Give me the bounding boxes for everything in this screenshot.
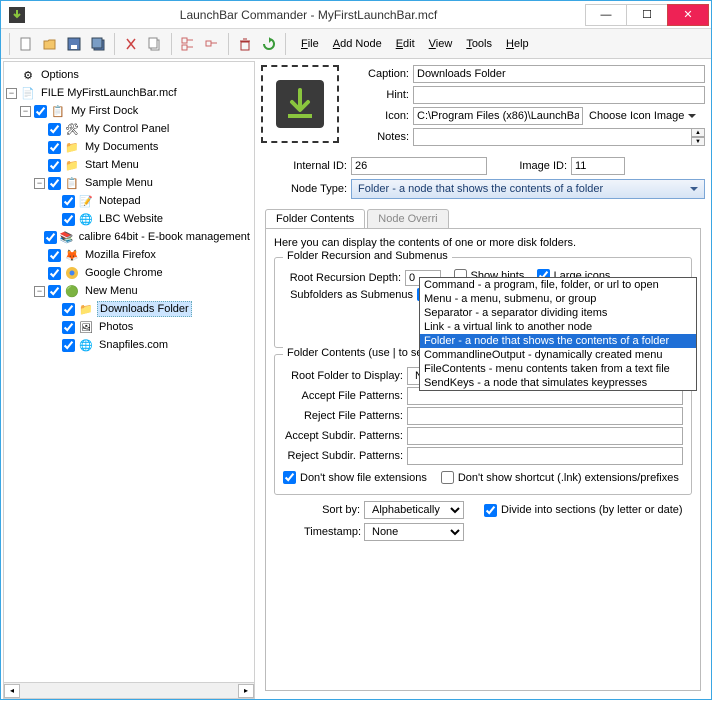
menu-help[interactable]: Help xyxy=(499,34,536,54)
divide-sections-check[interactable] xyxy=(484,504,497,517)
node-type-select[interactable]: Folder - a node that shows the contents … xyxy=(351,179,705,199)
reject-file-input[interactable] xyxy=(407,407,683,425)
dont-show-ext-check[interactable] xyxy=(283,471,296,484)
menu-file[interactable]: File xyxy=(294,34,326,54)
dropdown-option[interactable]: Command - a program, file, folder, or ur… xyxy=(420,278,696,292)
recursion-depth-label: Root Recursion Depth: xyxy=(283,272,401,284)
tree-sample-menu[interactable]: −📋Sample Menu xyxy=(6,174,252,192)
minimize-button[interactable]: — xyxy=(585,4,627,26)
dropdown-option[interactable]: Separator - a separator dividing items xyxy=(420,306,696,320)
notes-spinner[interactable]: ▲▼ xyxy=(691,128,705,146)
new-file-icon[interactable] xyxy=(15,33,37,55)
dont-show-lnk-check[interactable] xyxy=(441,471,454,484)
titlebar: LaunchBar Commander - MyFirstLaunchBar.m… xyxy=(1,1,711,29)
tab-node-overrides[interactable]: Node Overri xyxy=(367,209,448,228)
tree-scrollbar[interactable]: ◂ ▸ xyxy=(4,682,254,698)
menubar: File Add Node Edit View Tools Help xyxy=(290,34,540,54)
copy-icon[interactable] xyxy=(144,33,166,55)
image-id-input[interactable] xyxy=(571,157,625,175)
app-icon xyxy=(9,7,25,23)
tree-expand-icon[interactable] xyxy=(177,33,199,55)
tree-item[interactable]: 🖼Photos xyxy=(6,318,252,336)
hint-label: Hint: xyxy=(347,89,409,101)
dropdown-option[interactable]: Link - a virtual link to another node xyxy=(420,320,696,334)
node-type-label: Node Type: xyxy=(277,183,347,195)
sort-by-label: Sort by: xyxy=(304,504,360,516)
notes-label: Notes: xyxy=(347,131,409,143)
tab-folder-contents[interactable]: Folder Contents xyxy=(265,209,365,228)
dropdown-option-selected[interactable]: Folder - a node that shows the contents … xyxy=(420,334,696,348)
scroll-right-icon[interactable]: ▸ xyxy=(238,684,254,698)
timestamp-label: Timestamp: xyxy=(304,526,360,538)
tree-item[interactable]: 📝Notepad xyxy=(6,192,252,210)
tree-item[interactable]: 📁My Documents xyxy=(6,138,252,156)
menu-view[interactable]: View xyxy=(422,34,460,54)
tree-downloads-folder[interactable]: 📁Downloads Folder xyxy=(6,300,252,318)
menu-tools[interactable]: Tools xyxy=(459,34,499,54)
delete-icon[interactable] xyxy=(234,33,256,55)
reject-file-label: Reject File Patterns: xyxy=(283,410,403,422)
menu-add-node[interactable]: Add Node xyxy=(326,34,389,54)
tree-item[interactable]: 🦊Mozilla Firefox xyxy=(6,246,252,264)
dropdown-option[interactable]: CommandlineOutput - dynamically created … xyxy=(420,348,696,362)
dropdown-option[interactable]: Menu - a menu, submenu, or group xyxy=(420,292,696,306)
save-all-icon[interactable] xyxy=(87,33,109,55)
reject-subdir-input[interactable] xyxy=(407,447,683,465)
notes-input[interactable] xyxy=(413,128,692,146)
scroll-left-icon[interactable]: ◂ xyxy=(4,684,20,698)
tree-file-root[interactable]: −📄FILE MyFirstLaunchBar.mcf xyxy=(6,84,252,102)
refresh-icon[interactable] xyxy=(258,33,280,55)
internal-id-input[interactable] xyxy=(351,157,487,175)
choose-icon-button[interactable]: Choose Icon Image xyxy=(583,107,702,125)
tree-item[interactable]: 📁Start Menu xyxy=(6,156,252,174)
icon-path-input[interactable] xyxy=(413,107,583,125)
window-title: LaunchBar Commander - MyFirstLaunchBar.m… xyxy=(31,8,586,22)
dropdown-option[interactable]: SendKeys - a node that simulates keypres… xyxy=(420,376,696,390)
caption-label: Caption: xyxy=(347,68,409,80)
node-type-dropdown: Command - a program, file, folder, or ur… xyxy=(419,277,697,391)
timestamp-select[interactable]: None xyxy=(364,523,464,541)
cut-icon[interactable] xyxy=(120,33,142,55)
menu-edit[interactable]: Edit xyxy=(389,34,422,54)
tree-new-menu[interactable]: −🟢New Menu xyxy=(6,282,252,300)
tree-collapse-icon[interactable] xyxy=(201,33,223,55)
tree-panel: ⚙Options −📄FILE MyFirstLaunchBar.mcf −📋M… xyxy=(3,61,255,699)
toolbar: File Add Node Edit View Tools Help xyxy=(1,29,711,59)
caption-input[interactable] xyxy=(413,65,705,83)
tree-item[interactable]: Google Chrome xyxy=(6,264,252,282)
internal-id-label: Internal ID: xyxy=(277,160,347,172)
node-icon-preview xyxy=(261,65,339,143)
dropdown-option[interactable]: FileContents - menu contents taken from … xyxy=(420,362,696,376)
sort-by-select[interactable]: Alphabetically xyxy=(364,501,464,519)
subfolders-submenus-label: Subfolders as Submenus xyxy=(283,289,413,301)
image-id-label: Image ID: xyxy=(497,160,567,172)
accept-subdir-input[interactable] xyxy=(407,427,683,445)
reject-subdir-label: Reject Subdir. Patterns: xyxy=(283,450,403,462)
tree-item[interactable]: 🌐LBC Website xyxy=(6,210,252,228)
tree-dock[interactable]: −📋My First Dock xyxy=(6,102,252,120)
open-folder-icon[interactable] xyxy=(39,33,61,55)
icon-label: Icon: xyxy=(347,110,409,122)
tree-item[interactable]: 🌐Snapfiles.com xyxy=(6,336,252,354)
maximize-button[interactable]: ☐ xyxy=(626,4,668,26)
accept-subdir-label: Accept Subdir. Patterns: xyxy=(283,430,403,442)
recursion-legend: Folder Recursion and Submenus xyxy=(283,250,452,262)
help-text: Here you can display the contents of one… xyxy=(274,237,692,249)
save-icon[interactable] xyxy=(63,33,85,55)
details-panel: Caption: Hint: Icon: Choose Icon Image N… xyxy=(257,61,709,699)
tree-item[interactable]: 🛠My Control Panel xyxy=(6,120,252,138)
hint-input[interactable] xyxy=(413,86,705,104)
tree-item[interactable]: 📚calibre 64bit - E-book management xyxy=(6,228,252,246)
root-folder-label: Root Folder to Display: xyxy=(283,370,403,382)
close-button[interactable]: ✕ xyxy=(667,4,709,26)
accept-file-label: Accept File Patterns: xyxy=(283,390,403,402)
tree-options[interactable]: ⚙Options xyxy=(6,66,252,84)
